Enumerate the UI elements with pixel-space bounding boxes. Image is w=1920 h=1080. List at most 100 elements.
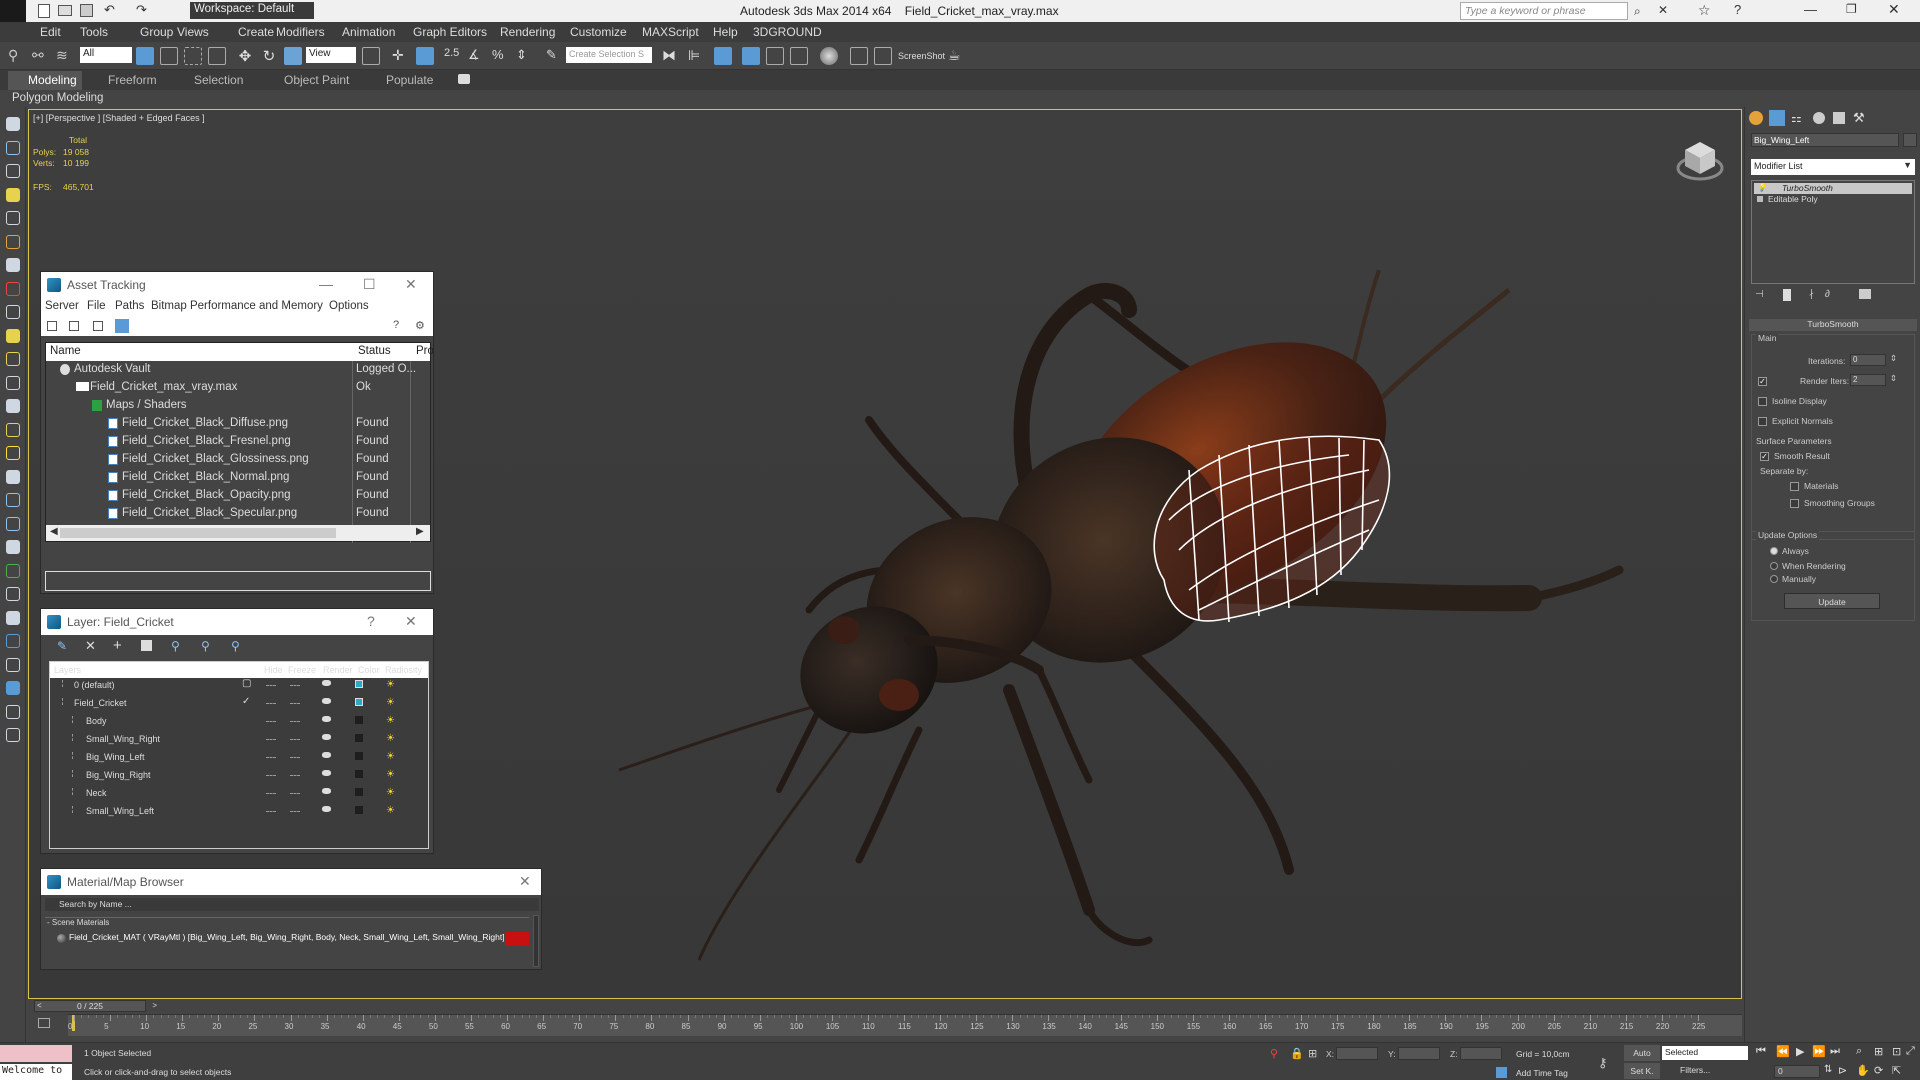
freeze-toggle-icon[interactable] <box>290 703 300 704</box>
box-icon[interactable] <box>6 164 20 178</box>
sphere-icon[interactable] <box>6 187 20 202</box>
workspace-dropdown[interactable]: Workspace: Default <box>190 2 314 19</box>
layer-row[interactable]: 0 (default) ▢ ☀ <box>50 676 428 694</box>
selection-filter-dropdown[interactable]: All <box>80 47 132 63</box>
align-icon[interactable]: ⊫ <box>688 47 706 65</box>
layer-color-swatch[interactable] <box>355 716 363 724</box>
cylinder-icon[interactable] <box>6 211 20 225</box>
star-icon[interactable]: ☆ <box>1698 2 1711 19</box>
configure-sets-icon[interactable] <box>1859 289 1871 299</box>
link-icon[interactable]: ⚲ <box>8 47 26 65</box>
lock-selection-icon[interactable]: ⚲ <box>1270 1047 1278 1060</box>
menu-item-group[interactable]: Group <box>140 25 173 39</box>
layer-row[interactable]: Small_Wing_Right ☀ <box>50 730 428 748</box>
pan-icon[interactable]: ✋ <box>1856 1064 1870 1077</box>
camera-icon[interactable] <box>6 258 20 272</box>
freeze-toggle-icon[interactable] <box>290 775 300 776</box>
hide-all-icon[interactable]: ⚲ <box>201 639 210 653</box>
asset-row[interactable]: Field_Cricket_Black_Specular.png Found <box>46 505 430 523</box>
system-icon[interactable] <box>6 328 20 343</box>
tree-icon[interactable] <box>6 493 20 507</box>
materials-checkbox[interactable] <box>1790 482 1799 491</box>
add-time-tag-icon[interactable] <box>1496 1067 1507 1078</box>
play-icon[interactable]: ▶ <box>1796 1045 1804 1058</box>
unlink-icon[interactable]: ⚯ <box>32 47 50 65</box>
object-icon[interactable] <box>72 716 78 723</box>
hide-toggle-icon[interactable] <box>266 685 276 686</box>
light-icon[interactable] <box>6 234 20 249</box>
scale-icon[interactable] <box>284 47 302 65</box>
asset-row[interactable]: Field_Cricket_Black_Fresnel.png Found <box>46 433 430 451</box>
snaps-toggle-icon[interactable]: 2.5 <box>444 47 462 65</box>
asset-menu-file[interactable]: File <box>87 300 106 312</box>
col-color[interactable]: Color <box>358 665 380 675</box>
render-icon[interactable] <box>6 681 20 695</box>
hide-toggle-icon[interactable] <box>266 739 276 740</box>
prev-frame-icon[interactable]: ⏪ <box>1776 1045 1790 1058</box>
list-view-icon[interactable] <box>69 321 79 331</box>
help-icon[interactable]: ? <box>393 319 399 331</box>
freeze-all-icon[interactable]: ⚲ <box>231 639 240 653</box>
layer-row[interactable]: Big_Wing_Left ☀ <box>50 748 428 766</box>
menu-item-edit[interactable]: Edit <box>40 25 61 39</box>
asset-row[interactable]: Maps / Shaders <box>46 397 430 415</box>
polygon-modeling-label[interactable]: Polygon Modeling <box>12 92 103 104</box>
asset-menu-paths[interactable]: Paths <box>115 300 144 312</box>
render-teapot-icon[interactable] <box>322 698 331 704</box>
minimize-icon[interactable]: — <box>319 276 333 292</box>
object-icon[interactable] <box>72 806 78 813</box>
scroll-left-icon[interactable]: ◀ <box>50 526 58 537</box>
active-layer-check-icon[interactable]: ✓ <box>242 696 250 707</box>
search-field[interactable]: Type a keyword or phrase <box>1460 2 1628 20</box>
layer-current-icon[interactable]: ▢ <box>242 678 251 689</box>
open-file-icon[interactable] <box>58 5 72 16</box>
asset-row[interactable]: Autodesk Vault Logged O... <box>46 361 430 379</box>
radiosity-icon[interactable]: ☀ <box>386 787 395 798</box>
refresh-icon[interactable] <box>47 321 57 331</box>
layer-color-swatch[interactable] <box>355 698 363 706</box>
hide-toggle-icon[interactable] <box>266 775 276 776</box>
radiosity-icon[interactable]: ☀ <box>386 751 395 762</box>
zoom-all-icon[interactable]: ⊞ <box>1874 1045 1883 1058</box>
modify-tab-icon[interactable] <box>1769 110 1785 126</box>
asset-row[interactable]: Field_Cricket_Black_Glossiness.png Found <box>46 451 430 469</box>
col-freeze[interactable]: Freeze <box>288 665 316 675</box>
keyboard-shortcut-icon[interactable] <box>416 47 434 65</box>
minimize-button[interactable]: — <box>1804 2 1817 17</box>
radiosity-icon[interactable]: ☀ <box>386 805 395 816</box>
manually-radio[interactable] <box>1770 575 1778 583</box>
close-button[interactable]: ✕ <box>1888 1 1900 18</box>
viewport-nav-icon[interactable] <box>6 117 20 131</box>
render-teapot-icon[interactable] <box>322 806 331 812</box>
percent-snap-icon[interactable]: % <box>492 47 510 65</box>
motion-tab-icon[interactable] <box>1813 112 1825 124</box>
move-icon[interactable]: ✥ <box>236 47 254 65</box>
asset-row[interactable]: Field_Cricket_Black_Opacity.png Found <box>46 487 430 505</box>
maximize-icon[interactable]: ☐ <box>363 276 376 293</box>
layer-manager-titlebar[interactable]: Layer: Field_Cricket ? ✕ <box>41 609 433 635</box>
globe-icon[interactable] <box>6 634 20 648</box>
layer-row[interactable]: Body ☀ <box>50 712 428 730</box>
material-editor-icon[interactable] <box>820 47 838 65</box>
spinner-arrows-icon[interactable]: ⇕ <box>1890 373 1897 384</box>
rotate-icon[interactable]: ↻ <box>260 47 278 65</box>
hide-toggle-icon[interactable] <box>266 721 276 722</box>
rendered-frame-icon[interactable] <box>874 47 892 65</box>
col-status[interactable]: Status <box>358 345 391 357</box>
curve-editor-icon[interactable] <box>766 47 784 65</box>
shape-icon[interactable] <box>6 375 20 390</box>
asset-menu-options[interactable]: Options <box>329 300 369 312</box>
mirror-tool-icon[interactable] <box>6 587 20 601</box>
screenshot-button[interactable]: ScreenShot <box>898 51 945 61</box>
time-slider[interactable]: < 0 / 225 > <box>34 1000 157 1012</box>
asset-menu-server[interactable]: Server <box>45 300 79 312</box>
asset-row[interactable]: Field_Cricket_Black_Diffuse.png Found <box>46 415 430 433</box>
render-teapot-icon[interactable] <box>322 770 331 776</box>
mirror-icon[interactable]: ⧓ <box>662 47 680 65</box>
col-hide[interactable]: Hide <box>264 665 283 675</box>
menu-item-3dground[interactable]: 3DGROUND <box>753 25 822 39</box>
menu-item-help[interactable]: Help <box>713 25 738 39</box>
tab-selection[interactable]: Selection <box>194 73 243 87</box>
scroll-right-icon[interactable]: ▶ <box>416 526 424 537</box>
render-teapot-icon[interactable] <box>322 788 331 794</box>
